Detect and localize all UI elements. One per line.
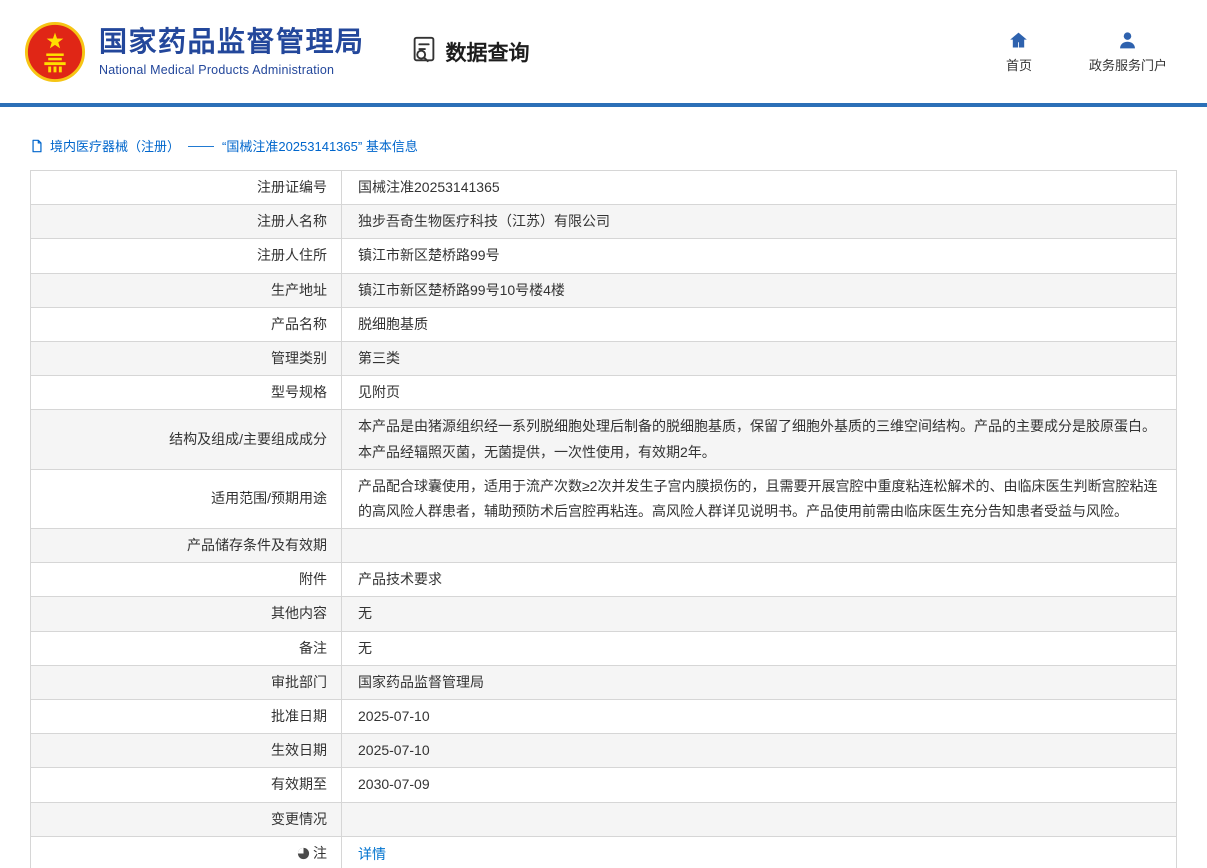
row-label: 生效日期 bbox=[31, 734, 342, 768]
registration-info-table: 注册证编号 国械注准20253141365 注册人名称 独步吾奇生物医疗科技（江… bbox=[30, 170, 1177, 868]
row-value: 第三类 bbox=[342, 341, 1177, 375]
nmpa-logo[interactable]: 国家药品监督管理局 National Medical Products Admi… bbox=[24, 21, 365, 83]
row-label: 产品名称 bbox=[31, 307, 342, 341]
row-label: 审批部门 bbox=[31, 665, 342, 699]
home-icon bbox=[1008, 29, 1029, 51]
national-emblem-icon bbox=[24, 21, 86, 83]
row-label: 有效期至 bbox=[31, 768, 342, 802]
row-value: 脱细胞基质 bbox=[342, 307, 1177, 341]
data-query-icon bbox=[409, 34, 439, 70]
table-row: 适用范围/预期用途 产品配合球囊使用，适用于流产次数≥2次并发生子宫内膜损伤的，… bbox=[31, 469, 1177, 528]
page-header: 国家药品监督管理局 National Medical Products Admi… bbox=[0, 0, 1207, 103]
row-value: 2025-07-10 bbox=[342, 734, 1177, 768]
nav-gov-portal[interactable]: 政务服务门户 bbox=[1089, 29, 1167, 74]
table-row: 有效期至 2030-07-09 bbox=[31, 768, 1177, 802]
details-link[interactable]: 详情 bbox=[358, 846, 386, 862]
org-subtitle: National Medical Products Administration bbox=[99, 63, 365, 77]
row-value bbox=[342, 529, 1177, 563]
row-value: 产品配合球囊使用，适用于流产次数≥2次并发生子宫内膜损伤的，且需要开展宫腔中重度… bbox=[342, 469, 1177, 528]
row-value: 国械注准20253141365 bbox=[342, 171, 1177, 205]
table-row: 备注 无 bbox=[31, 631, 1177, 665]
table-row: 附件 产品技术要求 bbox=[31, 563, 1177, 597]
table-row: 批准日期 2025-07-10 bbox=[31, 700, 1177, 734]
row-label: 产品储存条件及有效期 bbox=[31, 529, 342, 563]
note-icon bbox=[297, 843, 310, 868]
nav-home-label: 首页 bbox=[1006, 55, 1032, 74]
breadcrumb-separator: —— bbox=[188, 138, 214, 153]
header-divider bbox=[0, 103, 1207, 107]
row-value: 镇江市新区楚桥路99号 bbox=[342, 239, 1177, 273]
row-label: 生产地址 bbox=[31, 273, 342, 307]
row-value: 本产品是由猪源组织经一系列脱细胞处理后制备的脱细胞基质，保留了细胞外基质的三维空… bbox=[342, 410, 1177, 469]
table-row: 管理类别 第三类 bbox=[31, 341, 1177, 375]
nav-gov-portal-label: 政务服务门户 bbox=[1089, 55, 1167, 74]
row-label: 适用范围/预期用途 bbox=[31, 469, 342, 528]
main-content: 境内医疗器械（注册） —— “国械注准20253141365” 基本信息 注册证… bbox=[0, 136, 1207, 868]
table-row: 注册人名称 独步吾奇生物医疗科技（江苏）有限公司 bbox=[31, 205, 1177, 239]
row-label: 注册证编号 bbox=[31, 171, 342, 205]
breadcrumb-category[interactable]: 境内医疗器械（注册） bbox=[50, 136, 180, 155]
table-row: 型号规格 见附页 bbox=[31, 376, 1177, 410]
row-label: 型号规格 bbox=[31, 376, 342, 410]
row-value: 详情 bbox=[342, 836, 1177, 868]
row-label: 注册人住所 bbox=[31, 239, 342, 273]
section-title-data-query: 数据查询 bbox=[409, 34, 530, 70]
row-label: 注册人名称 bbox=[31, 205, 342, 239]
table-row: 注册证编号 国械注准20253141365 bbox=[31, 171, 1177, 205]
table-row: 注册人住所 镇江市新区楚桥路99号 bbox=[31, 239, 1177, 273]
org-title: 国家药品监督管理局 bbox=[99, 26, 365, 58]
table-row: 注 详情 bbox=[31, 836, 1177, 868]
row-label: 注 bbox=[31, 836, 342, 868]
row-value: 2025-07-10 bbox=[342, 700, 1177, 734]
table-row: 审批部门 国家药品监督管理局 bbox=[31, 665, 1177, 699]
row-label: 管理类别 bbox=[31, 341, 342, 375]
row-value: 国家药品监督管理局 bbox=[342, 665, 1177, 699]
row-label: 其他内容 bbox=[31, 597, 342, 631]
table-row: 产品储存条件及有效期 bbox=[31, 529, 1177, 563]
table-row: 结构及组成/主要组成成分 本产品是由猪源组织经一系列脱细胞处理后制备的脱细胞基质… bbox=[31, 410, 1177, 469]
row-value: 独步吾奇生物医疗科技（江苏）有限公司 bbox=[342, 205, 1177, 239]
row-value bbox=[342, 802, 1177, 836]
row-value: 见附页 bbox=[342, 376, 1177, 410]
row-label: 附件 bbox=[31, 563, 342, 597]
row-value: 无 bbox=[342, 631, 1177, 665]
row-value: 无 bbox=[342, 597, 1177, 631]
row-label: 结构及组成/主要组成成分 bbox=[31, 410, 342, 469]
breadcrumb-current: “国械注准20253141365” 基本信息 bbox=[222, 136, 418, 155]
row-label: 备注 bbox=[31, 631, 342, 665]
section-title-label: 数据查询 bbox=[446, 37, 530, 67]
nav-home[interactable]: 首页 bbox=[995, 29, 1043, 74]
table-row: 变更情况 bbox=[31, 802, 1177, 836]
table-row: 生效日期 2025-07-10 bbox=[31, 734, 1177, 768]
row-label: 变更情况 bbox=[31, 802, 342, 836]
breadcrumb: 境内医疗器械（注册） —— “国械注准20253141365” 基本信息 bbox=[30, 136, 1177, 155]
document-icon bbox=[30, 139, 44, 153]
row-label: 批准日期 bbox=[31, 700, 342, 734]
header-nav: 首页 政务服务门户 bbox=[995, 29, 1167, 74]
row-value: 2030-07-09 bbox=[342, 768, 1177, 802]
table-row: 生产地址 镇江市新区楚桥路99号10号楼4楼 bbox=[31, 273, 1177, 307]
row-value: 产品技术要求 bbox=[342, 563, 1177, 597]
table-row: 产品名称 脱细胞基质 bbox=[31, 307, 1177, 341]
note-label: 注 bbox=[313, 845, 327, 861]
table-row: 其他内容 无 bbox=[31, 597, 1177, 631]
row-value: 镇江市新区楚桥路99号10号楼4楼 bbox=[342, 273, 1177, 307]
user-icon bbox=[1117, 29, 1138, 51]
